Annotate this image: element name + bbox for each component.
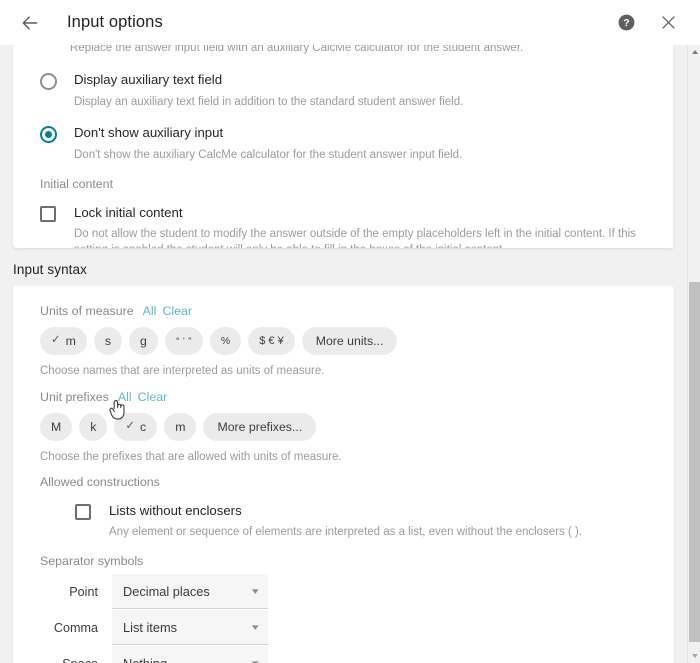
chip-label: M [51,419,62,434]
chip-label: s [104,334,112,348]
unit-prefixes-all-link[interactable]: All [118,390,132,404]
chip-unit-s[interactable]: s [93,327,123,355]
separator-label-space: Space [40,657,112,663]
chip-more-units[interactable]: More units... [301,327,398,355]
radio-row-dont-show-auxiliary-input[interactable]: Don't show auxiliary input Don't show th… [13,125,674,164]
chip-prefix-c[interactable]: ✓ c [114,412,158,441]
chip-label: $ € ¥ [259,335,284,347]
separator-row-comma: Comma List items ▾ [13,610,674,646]
chip-label: g [140,334,147,348]
close-x-icon [661,16,675,29]
radio-dont-show-auxiliary-input[interactable] [40,125,57,143]
unit-prefixes-header: Unit prefixes All Clear [13,380,674,404]
checkbox-row-lock-initial-content[interactable]: Lock initial content Do not allow the st… [13,205,674,248]
chip-prefix-M[interactable]: M [40,412,73,441]
radio-helper-display-auxiliary-text-field: Display an auxiliary text field in addit… [74,96,464,108]
arrow-left-icon [22,15,38,30]
card-edge-divider [673,45,674,248]
chip-unit-currency[interactable]: $ € ¥ [248,327,295,355]
initial-content-section-label: Initial content [40,177,114,192]
chevron-down-icon: ▾ [252,657,260,663]
checkbox-row-lists-without-enclosers[interactable]: Lists without enclosers Any element or s… [13,503,674,541]
back-button[interactable] [10,3,50,43]
checkbox-text-block: Lists without enclosers Any element or s… [109,503,582,541]
chip-label: More prefixes... [217,419,303,434]
radio-row-display-auxiliary-text-field[interactable]: Display auxiliary text field Display an … [13,72,674,111]
chip-label: ° ' " [175,336,192,346]
checkbox-text-block: Lock initial content Do not allow the st… [74,205,652,248]
units-of-measure-header: Units of measure All Clear [13,286,674,318]
separator-label-comma: Comma [53,620,98,635]
units-of-measure-all-link[interactable]: All [143,304,157,318]
unit-prefixes-chips: M k ✓ c m More prefixes... [13,412,674,441]
units-of-measure-helper: Choose names that are interpreted as uni… [40,365,325,377]
units-of-measure-clear-link[interactable]: Clear [162,304,192,318]
vertical-scrollbar[interactable] [687,45,700,663]
caret-up-icon [691,50,698,54]
dialog-titlebar: Input options ? [0,0,700,45]
chip-unit-g[interactable]: g [129,327,158,355]
scroll-viewport[interactable]: Replace the answer input field with an a… [0,45,687,663]
radio-display-auxiliary-text-field[interactable] [40,73,57,90]
chevron-down-icon: ▾ [252,621,260,632]
radio-label-display-auxiliary-text-field: Display auxiliary text field [74,72,223,87]
checkbox-lists-without-enclosers[interactable] [75,504,91,521]
checkbox-helper-lists-without-enclosers: Any element or sequence of elements are … [109,526,583,539]
radio-helper-dont-show-auxiliary-input: Don't show the auxiliary CalcMe calculat… [74,148,463,161]
select-comma-value: List items [123,619,178,635]
close-button[interactable] [650,5,686,41]
check-icon: ✓ [125,419,136,432]
svg-text:?: ? [623,18,629,29]
input-syntax-group-title: Input syntax [13,262,87,277]
checkbox-lock-initial-content[interactable] [40,206,56,223]
input-syntax-card: Units of measure All Clear ✓ m s g ° ' " [13,286,674,663]
select-space[interactable]: Nothing ▾ [112,646,268,663]
page-title: Input options [67,13,163,31]
radio-text-block: Display auxiliary text field Display an … [74,72,463,111]
separator-label-point: Point [69,584,98,599]
chip-unit-angle[interactable]: ° ' " [164,327,203,355]
unit-prefixes-helper: Choose the prefixes that are allowed wit… [40,450,342,463]
chip-label: m [65,334,76,348]
chip-prefix-m[interactable]: m [164,412,197,441]
unit-prefixes-label: Unit prefixes [40,389,109,404]
chip-unit-m[interactable]: ✓ m [40,327,87,355]
separator-row-space: Space Nothing ▾ [13,646,674,663]
select-comma[interactable]: List items ▾ [112,610,268,646]
chip-unit-percent[interactable]: % [209,327,242,355]
separator-symbols-section-label: Separator symbols [40,553,144,568]
select-point[interactable]: Decimal places ▾ [112,574,268,610]
chip-label: c [140,419,147,434]
scroll-down-button[interactable] [688,649,700,663]
chip-label: k [90,419,97,434]
chevron-down-icon: ▾ [252,585,260,596]
chip-label: m [175,419,186,434]
help-circle-icon: ? [618,14,634,31]
select-space-value: Nothing [123,656,167,663]
units-of-measure-chips: ✓ m s g ° ' " % $ € ¥ More units... [13,327,674,355]
chip-label: More units... [315,334,384,348]
auxiliary-input-card: Replace the answer input field with an a… [13,45,674,248]
replace-answer-helper: Replace the answer input field with an a… [70,45,524,54]
dialog-body: Replace the answer input field with an a… [0,45,700,663]
caret-down-icon [691,654,698,658]
scroll-up-button[interactable] [688,45,700,59]
clipped-helper-row: Replace the answer input field with an a… [13,45,674,57]
checkbox-label-lock-initial-content: Lock initial content [74,205,183,221]
radio-text-block: Don't show auxiliary input Don't show th… [74,125,462,164]
checkbox-helper-lock-initial-content: Do not allow the student to modify the a… [74,228,636,248]
help-button[interactable]: ? [608,5,644,41]
chip-label: % [220,335,231,347]
chip-more-prefixes[interactable]: More prefixes... [203,412,317,441]
checkbox-label-lists-without-enclosers: Lists without enclosers [109,503,242,519]
check-icon: ✓ [51,334,61,347]
radio-label-dont-show-auxiliary-input: Don't show auxiliary input [74,124,224,140]
select-point-value: Decimal places [123,583,210,599]
scrollbar-thumb[interactable] [689,282,700,642]
allowed-constructions-section-label: Allowed constructions [40,475,160,490]
chip-prefix-k[interactable]: k [79,412,108,441]
units-of-measure-label: Units of measure [40,304,134,318]
unit-prefixes-clear-link[interactable]: Clear [138,390,168,404]
separator-row-point: Point Decimal places ▾ [13,574,674,610]
